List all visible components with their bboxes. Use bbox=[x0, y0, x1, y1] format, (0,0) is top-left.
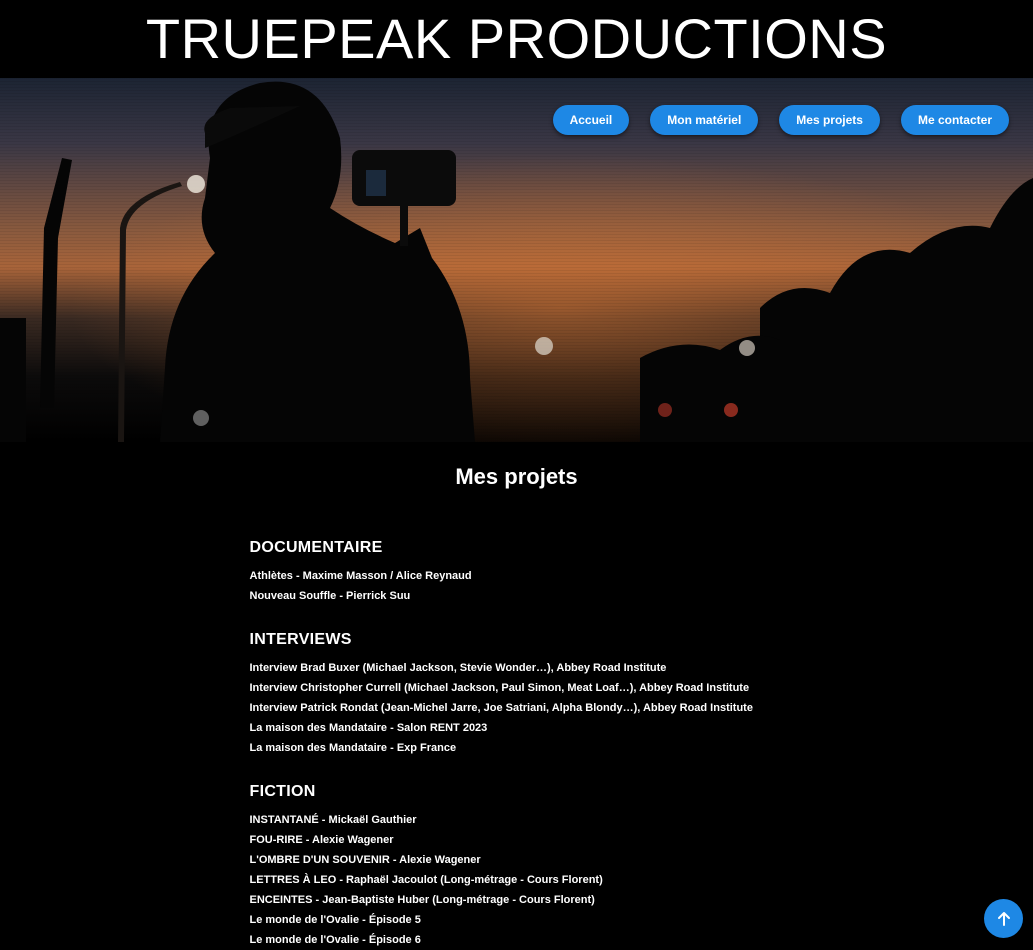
project-item: LETTRES À LEO - Raphaël Jacoulot (Long-m… bbox=[249, 874, 603, 886]
arrow-up-icon bbox=[997, 911, 1010, 926]
hero-banner: Accueil Mon matériel Mes projets Me cont… bbox=[0, 78, 1033, 442]
project-item: INSTANTANÉ - Mickaël Gauthier bbox=[249, 814, 417, 826]
project-item: ENCEINTES - Jean-Baptiste Huber (Long-mé… bbox=[249, 894, 595, 906]
nav-accueil-button[interactable]: Accueil bbox=[552, 105, 630, 135]
project-item: Nouveau Souffle - Pierrick Suu bbox=[249, 590, 411, 602]
project-item: Le monde de l'Ovalie - Épisode 5 bbox=[249, 914, 421, 926]
section-heading: INTERVIEWS bbox=[249, 631, 352, 648]
page-title: Mes projets bbox=[455, 464, 578, 489]
section-interviews: INTERVIEWS Interview Brad Buxer (Michael… bbox=[250, 631, 817, 758]
projects-content: Mes projets DOCUMENTAIRE Athlètes - Maxi… bbox=[217, 442, 817, 950]
project-item: La maison des Mandataire - Exp France bbox=[249, 742, 457, 754]
back-to-top-button[interactable] bbox=[984, 899, 1023, 938]
nav-contact-button[interactable]: Me contacter bbox=[900, 105, 1009, 135]
project-item: La maison des Mandataire - Salon RENT 20… bbox=[249, 722, 488, 734]
project-item: Interview Brad Buxer (Michael Jackson, S… bbox=[249, 662, 667, 674]
project-item: Interview Christopher Currell (Michael J… bbox=[249, 682, 750, 694]
section-documentaire: DOCUMENTAIRE Athlètes - Maxime Masson / … bbox=[250, 539, 817, 606]
nav-projets-button[interactable]: Mes projets bbox=[779, 105, 880, 135]
project-item: FOU-RIRE - Alexie Wagener bbox=[249, 834, 394, 846]
project-item: Interview Patrick Rondat (Jean-Michel Ja… bbox=[249, 702, 753, 714]
site-title: TRUEPEAK PRODUCTIONS bbox=[145, 7, 888, 70]
section-heading: DOCUMENTAIRE bbox=[249, 539, 383, 556]
site-header: TRUEPEAK PRODUCTIONS bbox=[0, 0, 1033, 78]
project-item: L'OMBRE D'UN SOUVENIR - Alexie Wagener bbox=[249, 854, 481, 866]
project-item: Le monde de l'Ovalie - Épisode 6 bbox=[249, 934, 421, 946]
project-item: Athlètes - Maxime Masson / Alice Reynaud bbox=[249, 570, 472, 582]
section-heading: FICTION bbox=[249, 783, 316, 800]
nav-materiel-button[interactable]: Mon matériel bbox=[650, 105, 759, 135]
main-nav: Accueil Mon matériel Mes projets Me cont… bbox=[552, 105, 1009, 135]
section-fiction: FICTION INSTANTANÉ - Mickaël Gauthier FO… bbox=[250, 783, 817, 950]
